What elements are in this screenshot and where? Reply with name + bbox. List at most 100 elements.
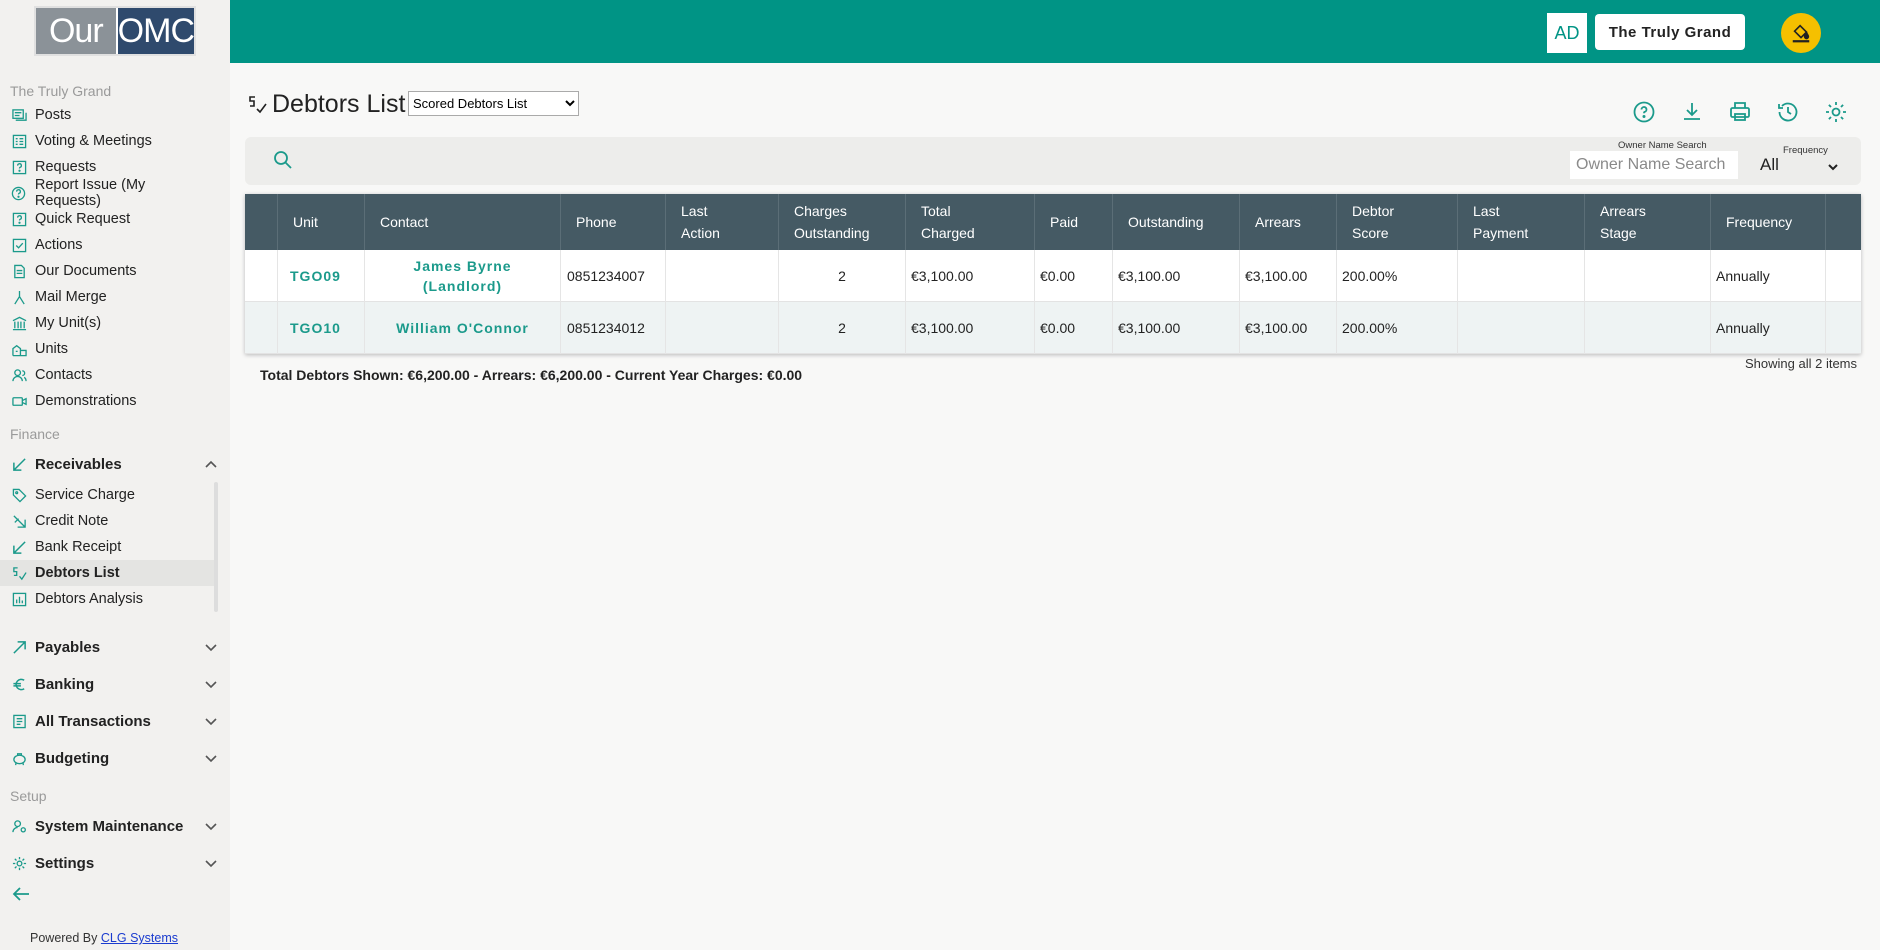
tag-icon <box>11 487 27 503</box>
settings-gear-icon[interactable] <box>1824 100 1848 124</box>
sidebar-item-documents[interactable]: Our Documents <box>0 258 214 284</box>
collapse-sidebar-arrow-icon[interactable] <box>12 884 32 904</box>
sidebar-item-label: Our Documents <box>35 263 137 279</box>
contact-link[interactable]: William O'Connor <box>365 302 561 354</box>
list-type-select[interactable]: Scored Debtors List <box>408 91 579 116</box>
frequency-label: Frequency <box>1783 145 1828 156</box>
unit-link[interactable]: TGO10 <box>278 302 365 354</box>
theme-button[interactable] <box>1781 13 1821 53</box>
header-arrears-stage[interactable]: Arrears Stage <box>1585 194 1711 250</box>
owner-search-label: Owner Name Search <box>1618 140 1707 151</box>
section-label-building: The Truly Grand <box>10 83 112 99</box>
sidebar-item-label: Actions <box>35 237 83 253</box>
submenu-scrollbar[interactable] <box>214 482 218 612</box>
table-row[interactable]: TGO10 William O'Connor 0851234012 2 €3,1… <box>245 302 1861 354</box>
last-payment-cell <box>1458 302 1585 354</box>
sidebar-item-quick-request[interactable]: Quick Request <box>0 206 214 232</box>
sidebar-group-all-transactions[interactable]: All Transactions <box>0 706 226 736</box>
header-arrears-stage-label: Arrears Stage <box>1600 203 1646 241</box>
print-icon[interactable] <box>1728 100 1752 124</box>
header-unit[interactable]: Unit <box>278 194 365 250</box>
sidebar-item-mail-merge[interactable]: Mail Merge <box>0 284 214 310</box>
sidebar-item-credit-note[interactable]: Credit Note <box>0 508 214 534</box>
avatar[interactable]: AD <box>1547 13 1587 53</box>
header-paid[interactable]: Paid <box>1035 194 1113 250</box>
sidebar-item-report-issue[interactable]: Report Issue (My Requests) <box>0 177 214 209</box>
paid-cell: €0.00 <box>1035 302 1113 354</box>
sidebar-item-bank-receipt[interactable]: Bank Receipt <box>0 534 214 560</box>
sidebar-item-label: Debtors List <box>35 565 120 581</box>
header-last-payment-label: Last Payment <box>1473 203 1529 241</box>
sidebar-group-label: Payables <box>35 638 101 656</box>
sidebar-group-system-maintenance[interactable]: System Maintenance <box>0 811 226 841</box>
header-phone[interactable]: Phone <box>561 194 666 250</box>
sidebar-item-my-units[interactable]: My Unit(s) <box>0 310 214 336</box>
sidebar-item-contacts[interactable]: Contacts <box>0 362 214 388</box>
total-charged-cell: €3,100.00 <box>906 250 1035 302</box>
totals-summary: Total Debtors Shown: €6,200.00 - Arrears… <box>260 367 803 383</box>
row-select-cell[interactable] <box>245 302 278 354</box>
sidebar-group-receivables[interactable]: Receivables <box>0 449 226 479</box>
header-outstanding[interactable]: Outstanding <box>1113 194 1240 250</box>
contact-link-text[interactable]: James Byrne (Landlord) <box>408 256 518 296</box>
sidebar-item-voting[interactable]: Voting & Meetings <box>0 128 214 154</box>
header-total-charged[interactable]: Total Charged <box>906 194 1035 250</box>
receipt-arrow-icon <box>11 539 27 555</box>
frequency-cell: Annually <box>1711 302 1826 354</box>
chevron-down-icon[interactable] <box>1827 161 1839 173</box>
chevron-down-icon <box>205 644 217 652</box>
contact-link[interactable]: James Byrne (Landlord) <box>365 250 561 302</box>
sidebar-group-payables[interactable]: Payables <box>0 632 226 662</box>
header-arrears[interactable]: Arrears <box>1240 194 1337 250</box>
building-selector-button[interactable]: The Truly Grand <box>1595 14 1745 50</box>
contacts-icon <box>11 367 27 383</box>
owner-name-search-input[interactable] <box>1570 151 1738 179</box>
sidebar-group-budgeting[interactable]: Budgeting <box>0 743 226 773</box>
sidebar-item-demonstrations[interactable]: Demonstrations <box>0 388 214 414</box>
table-row[interactable]: TGO09 James Byrne (Landlord) 0851234007 … <box>245 250 1861 302</box>
sidebar-item-service-charge[interactable]: Service Charge <box>0 482 214 508</box>
sidebar-item-debtors-list[interactable]: Debtors List <box>0 560 214 586</box>
help-icon[interactable] <box>1632 100 1656 124</box>
header-charges-outstanding[interactable]: Charges Outstanding <box>779 194 906 250</box>
header-last-payment[interactable]: Last Payment <box>1458 194 1585 250</box>
demonstrations-icon <box>11 393 27 409</box>
sidebar-item-posts[interactable]: Posts <box>0 102 214 128</box>
sidebar-item-label: Credit Note <box>35 513 109 529</box>
sidebar-group-banking[interactable]: Banking <box>0 669 226 699</box>
section-label-finance: Finance <box>10 426 60 442</box>
debtors-table: Unit Contact Phone Last Action Charges O… <box>245 194 1861 354</box>
last-payment-cell <box>1458 250 1585 302</box>
sidebar-item-label: Bank Receipt <box>35 539 122 555</box>
sidebar-item-label: Demonstrations <box>35 393 137 409</box>
row-select-cell[interactable] <box>245 250 278 302</box>
powered-by: Powered By CLG Systems <box>30 931 178 945</box>
filter-bar: Owner Name Search Frequency All <box>245 137 1861 185</box>
search-icon[interactable] <box>273 150 293 170</box>
voting-icon <box>11 133 27 149</box>
sidebar-item-label: My Unit(s) <box>35 315 102 331</box>
header-frequency[interactable]: Frequency <box>1711 194 1826 250</box>
total-charged-cell: €3,100.00 <box>906 302 1035 354</box>
header-last-action[interactable]: Last Action <box>666 194 779 250</box>
user-gear-icon <box>11 818 27 834</box>
clg-systems-link[interactable]: CLG Systems <box>101 931 178 945</box>
sidebar-item-actions[interactable]: Actions <box>0 232 214 258</box>
paint-bucket-icon <box>1792 24 1810 43</box>
history-icon[interactable] <box>1776 100 1800 124</box>
header-contact[interactable]: Contact <box>365 194 561 250</box>
sidebar-item-label: Quick Request <box>35 211 131 227</box>
download-icon[interactable] <box>1680 100 1704 124</box>
frequency-select[interactable]: All <box>1760 155 1779 175</box>
piggy-bank-icon <box>11 750 27 766</box>
logo[interactable]: Our OMC <box>34 6 196 56</box>
logo-our: Our <box>36 8 116 54</box>
arrears-cell: €3,100.00 <box>1240 302 1337 354</box>
sidebar-item-debtors-analysis[interactable]: Debtors Analysis <box>0 586 214 612</box>
analysis-icon <box>11 591 27 607</box>
header-debtor-score[interactable]: Debtor Score <box>1337 194 1458 250</box>
powered-by-label: Powered By <box>30 931 98 945</box>
sidebar-group-settings[interactable]: Settings <box>0 848 226 878</box>
sidebar-item-units[interactable]: Units <box>0 336 214 362</box>
unit-link[interactable]: TGO09 <box>278 250 365 302</box>
